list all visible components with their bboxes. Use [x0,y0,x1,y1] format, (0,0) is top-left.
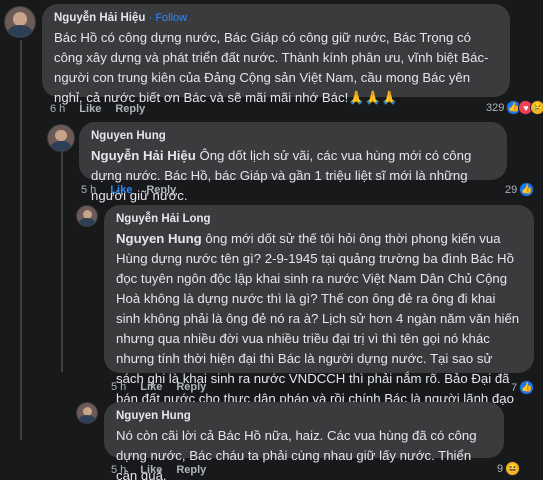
reaction-summary[interactable]: 7 👍 [511,380,535,395]
like-icon: 👍 [519,182,535,197]
reaction-count: 29 [505,183,518,196]
timestamp[interactable]: 5 h [81,184,96,196]
reaction-count: 329 [486,101,505,114]
reply-button[interactable]: Reply [176,464,206,476]
comment-author[interactable]: Nguyễn Hải Long [116,212,522,227]
comment-meta: 6 h Like Reply [50,103,159,115]
comment-bubble: Nguyễn Hải Hiệu · Follow Bác Hồ có công … [42,4,510,105]
reply-button[interactable]: Reply [146,184,176,196]
reaction-summary[interactable]: 9 😆 [497,461,521,476]
avatar[interactable] [76,205,98,227]
like-button[interactable]: Like [140,381,162,393]
sad-icon: 😢 [530,100,543,115]
comment-text: Bác Hồ có công dựng nước, Bác Giáp có cô… [54,30,489,105]
comment-meta: 5 h Like Reply [111,464,220,476]
comment-text: ông mới dốt sử thế tôi hỏi ông thời phon… [116,231,520,426]
comment-bubble: Nguyen Hung Nó còn cãi lời cả Bác Hồ nữa… [104,402,504,480]
timestamp[interactable]: 6 h [50,103,65,115]
comment-author[interactable]: Nguyễn Hải Hiệu [54,12,145,24]
comment-bubble: Nguyen Hung Nguyễn Hải Hiệu Ông dốt lịch… [79,122,507,203]
reaction-count: 9 [497,462,504,475]
haha-icon: 😆 [505,461,521,476]
avatar[interactable] [76,402,98,424]
thread-line [61,152,63,372]
comment-meta: 5 h Like Reply [81,184,190,196]
avatar[interactable] [47,124,75,152]
mention-link[interactable]: Nguyễn Hải Hiệu [91,148,196,163]
comment-bubble: Nguyễn Hải Long Nguyen Hung ông mới dốt … [104,205,534,426]
timestamp[interactable]: 5 h [111,381,126,393]
reply-button[interactable]: Reply [176,381,206,393]
timestamp[interactable]: 5 h [111,464,126,476]
thread-line [20,40,22,440]
mention-link[interactable]: Nguyen Hung [116,231,202,246]
reply-button[interactable]: Reply [115,103,145,115]
reaction-count: 7 [511,381,518,394]
comment-meta: 5 h Like Reply [111,381,220,393]
like-button[interactable]: Like [140,464,162,476]
follow-link[interactable]: · Follow [149,12,188,24]
like-button[interactable]: Like [110,184,132,196]
like-button[interactable]: Like [79,103,101,115]
reaction-summary[interactable]: 29 👍 [505,182,535,197]
comment-author[interactable]: Nguyen Hung [116,409,492,424]
like-icon: 👍 [519,380,535,395]
reaction-summary[interactable]: 329 👍 ♥ 😢 [486,100,543,115]
comment-author[interactable]: Nguyen Hung [91,129,495,144]
avatar[interactable] [4,6,36,38]
